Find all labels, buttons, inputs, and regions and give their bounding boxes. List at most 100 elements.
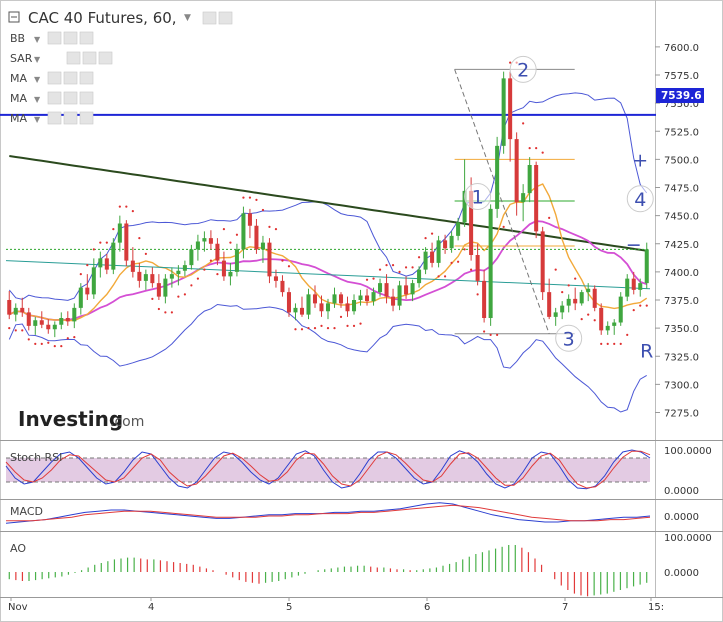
sar-dot (53, 345, 56, 348)
candle-body (273, 276, 278, 281)
gear-icon (63, 71, 78, 85)
sar-dot (79, 273, 82, 276)
sar-dot (27, 338, 30, 341)
chevron-down-icon: ▼ (34, 75, 41, 84)
candle-body (72, 307, 77, 322)
sar-dot (450, 261, 453, 264)
candle-body (358, 295, 363, 300)
candle-body (501, 78, 506, 146)
close-icon (79, 111, 94, 125)
sar-dot (639, 304, 642, 307)
candle-body (475, 255, 480, 281)
eye-icon[interactable] (202, 11, 217, 25)
candle-body (169, 274, 174, 279)
candle-body (404, 285, 409, 295)
gear-icon (63, 31, 78, 45)
chevron-down-icon[interactable]: ▼ (184, 13, 191, 23)
candle-body (176, 270, 181, 275)
sar-dot (496, 333, 499, 336)
sar-dot (613, 342, 616, 345)
sar-dot (385, 264, 388, 267)
sar-dot (378, 268, 382, 271)
sar-dot (645, 304, 648, 307)
candle-body (46, 324, 51, 330)
sar-dot (528, 147, 531, 150)
sar-dot (209, 259, 213, 262)
sar-dot (509, 61, 512, 64)
sar-dot (8, 327, 11, 330)
wave-annotation-label: + (632, 149, 648, 171)
sar-dot (248, 196, 252, 199)
candle-body (332, 294, 337, 304)
sar-dot (424, 237, 427, 240)
y-tick-label: 7425.0 (664, 240, 699, 251)
sar-dot (86, 264, 89, 267)
eye-icon (47, 71, 62, 85)
sar-dot (268, 225, 271, 228)
candle-body (625, 278, 630, 297)
candle-body (514, 139, 519, 203)
candle-body (189, 249, 194, 266)
y-tick-label: 7300.0 (664, 380, 699, 391)
candle-body (508, 78, 513, 140)
sar-dot (118, 205, 121, 208)
macd-label[interactable]: MACD (10, 505, 43, 518)
wave-annotation-label: 2 (517, 59, 529, 81)
indicator-label[interactable]: MA (10, 72, 27, 85)
sar-dot (398, 270, 401, 273)
sar-dot (151, 297, 154, 300)
candle-body (150, 274, 155, 284)
sar-dot (34, 342, 37, 345)
sar-dot (190, 284, 193, 287)
sar-dot (313, 327, 317, 330)
candle-body (39, 320, 44, 325)
candle-body (605, 325, 610, 331)
sar-dot (437, 275, 440, 278)
indicator-label[interactable]: MA (10, 112, 27, 125)
sar-dot (372, 277, 375, 280)
sar-dot (255, 198, 258, 201)
sar-dot (294, 328, 297, 331)
candle-body (111, 242, 116, 270)
candle-body (443, 240, 448, 249)
candle-body (534, 165, 539, 232)
sar-dot (112, 228, 115, 231)
sar-dot (326, 327, 330, 330)
wave-annotation-label: 4 (634, 189, 646, 211)
candle-body (397, 285, 402, 306)
wave-annotation-label: 3 (563, 328, 575, 350)
sar-dot (138, 237, 141, 240)
gear-icon (63, 91, 78, 105)
candle-body (488, 208, 493, 318)
candle-body (195, 241, 200, 250)
gear-icon[interactable] (218, 11, 233, 25)
indicator-label[interactable]: MA (10, 92, 27, 105)
ao-label[interactable]: AO (10, 542, 26, 555)
sar-dot (365, 278, 369, 281)
x-tick-label: 5 (286, 602, 292, 613)
chevron-down-icon: ▼ (34, 115, 41, 124)
candle-body (365, 295, 370, 302)
candle-body (560, 305, 565, 313)
candle-body (286, 292, 291, 313)
sar-dot (99, 241, 102, 244)
candle-body (98, 258, 103, 268)
candle-body (553, 312, 558, 317)
sar-dot (170, 311, 173, 314)
wave-annotation-label: R (640, 341, 653, 363)
candle-body (371, 292, 376, 302)
candle-body (85, 287, 90, 295)
candle-body (430, 251, 435, 263)
indicator-label[interactable]: BB (10, 32, 25, 45)
x-tick-label: Nov (8, 602, 28, 613)
macd-tick-label: 0.0000 (664, 512, 699, 523)
sar-dot (580, 318, 583, 321)
sar-dot (457, 260, 460, 263)
x-tick-label: 7 (562, 602, 568, 613)
sar-dot (593, 319, 596, 322)
sar-dot (157, 307, 160, 311)
candle-body (586, 288, 591, 293)
stoch-rsi-label[interactable]: Stoch RSI (10, 451, 62, 464)
y-tick-label: 7600.0 (664, 43, 699, 54)
indicator-label[interactable]: SAR (10, 52, 33, 65)
